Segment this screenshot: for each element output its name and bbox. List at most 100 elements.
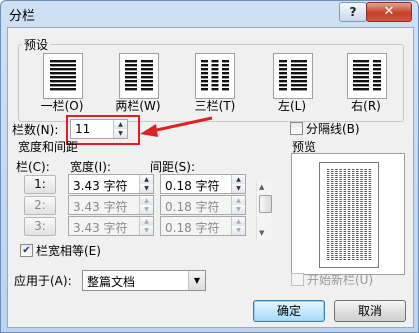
preview-text-line bbox=[364, 205, 367, 206]
preview-text-line bbox=[360, 173, 363, 174]
preview-text-line bbox=[326, 203, 330, 204]
preview-text-line bbox=[331, 207, 334, 208]
dialog-body: 一栏(O) 两栏(W) 三栏(T) 左(L) 右(R) 预设 栏数(N): 11… bbox=[7, 27, 414, 328]
preview-text-line bbox=[326, 255, 330, 256]
apply-to-select[interactable]: 整篇文档 ▼ bbox=[82, 270, 206, 291]
preview-text-line bbox=[368, 211, 372, 212]
cancel-button[interactable]: 取消 bbox=[334, 300, 406, 322]
preview-text-line bbox=[368, 217, 372, 218]
preview-text-line bbox=[339, 227, 342, 228]
preview-text-line bbox=[343, 235, 347, 236]
preview-text-line bbox=[364, 181, 367, 182]
preview-text-line bbox=[331, 197, 334, 198]
title-bar[interactable]: 分栏 ? ✕ bbox=[1, 1, 418, 27]
preview-text-line bbox=[347, 187, 351, 188]
preview-text-line bbox=[360, 235, 363, 236]
preview-text-line bbox=[368, 203, 372, 204]
separator-checkbox[interactable] bbox=[290, 122, 303, 135]
preview-text-line bbox=[335, 169, 338, 170]
preview-text-line bbox=[326, 205, 330, 206]
preview-text-line bbox=[331, 215, 334, 216]
preview-text-line bbox=[331, 179, 334, 180]
width-value-1[interactable]: 3.43 字符 bbox=[73, 177, 128, 194]
width-spinner-2: 3.43 字符 ▲ ▼ bbox=[68, 195, 154, 215]
preview-text-line bbox=[339, 177, 342, 178]
preview-text-line bbox=[356, 219, 359, 220]
left-column-icon bbox=[279, 60, 307, 91]
preset-right[interactable] bbox=[347, 53, 387, 99]
scroll-thumb[interactable] bbox=[259, 195, 272, 213]
preview-text-line bbox=[368, 213, 372, 214]
preview-text-line bbox=[360, 257, 363, 258]
help-button[interactable]: ? bbox=[339, 2, 367, 22]
preview-text-line bbox=[347, 173, 351, 174]
preview-text-line bbox=[351, 219, 355, 220]
preview-text-line bbox=[368, 235, 372, 236]
preset-two-columns[interactable] bbox=[119, 53, 159, 99]
preview-text-line bbox=[351, 247, 355, 248]
preview-text-line bbox=[368, 185, 372, 186]
equal-width-checkbox[interactable]: ✔ bbox=[20, 244, 33, 257]
preview-text-line bbox=[351, 195, 355, 196]
one-column-icon bbox=[50, 60, 76, 91]
spacing-value-1[interactable]: 0.18 字符 bbox=[165, 177, 220, 194]
spin-down-icon[interactable]: ▼ bbox=[140, 184, 153, 193]
preview-text-line bbox=[331, 187, 334, 188]
preview-text-line bbox=[343, 177, 347, 178]
preview-text-line bbox=[326, 239, 330, 240]
preview-text-line bbox=[368, 205, 372, 206]
preview-text-line bbox=[368, 233, 372, 234]
separator-label: 分隔线(B) bbox=[306, 122, 360, 136]
spacing-spinner-1[interactable]: 0.18 字符 ▲ ▼ bbox=[160, 174, 246, 194]
preview-text-line bbox=[331, 169, 334, 170]
preset-left[interactable] bbox=[273, 53, 313, 99]
preview-text-line bbox=[335, 185, 338, 186]
width-spinner-1[interactable]: 3.43 字符 ▲ ▼ bbox=[68, 174, 154, 194]
preview-text-line bbox=[339, 249, 342, 250]
preview-text-line bbox=[331, 221, 334, 222]
preview-text-line bbox=[326, 257, 330, 258]
preview-text-line bbox=[368, 209, 372, 210]
preview-text-line bbox=[368, 201, 372, 202]
chevron-down-icon[interactable]: ▼ bbox=[188, 271, 205, 290]
preview-text-line bbox=[331, 171, 334, 172]
preview-text-line bbox=[331, 183, 334, 184]
preview-text-line bbox=[356, 239, 359, 240]
preview-text-line bbox=[360, 189, 363, 190]
spin-down-icon[interactable]: ▼ bbox=[232, 184, 245, 193]
preview-text-line bbox=[368, 253, 372, 254]
preset-one-column-label: 一栏(O) bbox=[40, 99, 84, 113]
preview-text-line bbox=[331, 219, 334, 220]
preview-text-line bbox=[343, 181, 347, 182]
preset-one-column[interactable] bbox=[43, 53, 83, 99]
spacing-value-3: 0.18 字符 bbox=[165, 221, 220, 235]
preview-text-line bbox=[356, 251, 359, 252]
preview-text-line bbox=[331, 205, 334, 206]
preview-text-line bbox=[364, 229, 367, 230]
ok-button[interactable]: 确定 bbox=[253, 300, 325, 322]
preview-text-line bbox=[326, 207, 330, 208]
preview-text-line bbox=[368, 191, 372, 192]
preview-text-line bbox=[335, 247, 338, 248]
preview-text-line bbox=[331, 211, 334, 212]
scroll-up-icon[interactable]: ▲ bbox=[259, 183, 264, 191]
preview-text-line bbox=[343, 251, 347, 252]
preview-text-line bbox=[360, 185, 363, 186]
spacing-arrows-1: ▲ ▼ bbox=[231, 175, 245, 193]
preset-three-columns[interactable] bbox=[195, 53, 235, 99]
preview-text-line bbox=[360, 213, 363, 214]
column-number-1[interactable]: 1: bbox=[24, 175, 56, 194]
preview-text-line bbox=[326, 209, 330, 210]
preview-text-line bbox=[360, 215, 363, 216]
preview-text-line bbox=[364, 235, 367, 236]
preview-text-line bbox=[364, 183, 367, 184]
preview-text-line bbox=[335, 223, 338, 224]
preview-text-line bbox=[368, 225, 372, 226]
close-button[interactable]: ✕ bbox=[366, 2, 412, 22]
scroll-down-icon[interactable]: ▼ bbox=[259, 229, 264, 237]
preview-text-line bbox=[351, 183, 355, 184]
preview-text-line bbox=[364, 217, 367, 218]
preview-text-line bbox=[347, 239, 351, 240]
preview-text-line bbox=[339, 199, 342, 200]
rows-scrollbar[interactable]: ▲ ▼ bbox=[256, 181, 272, 240]
